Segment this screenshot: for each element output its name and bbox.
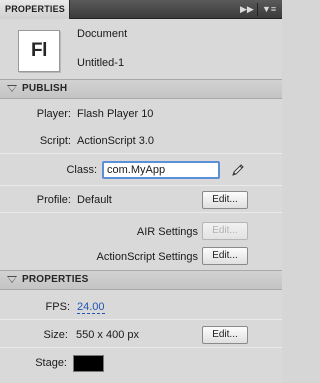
actionscript-settings-label: ActionScript Settings (96, 251, 199, 263)
collapse-panel-icon[interactable]: ▶▶ (240, 3, 254, 16)
size-label: Size: (43, 329, 68, 341)
air-settings-label: AIR Settings (136, 226, 198, 238)
pencil-icon[interactable] (229, 161, 247, 179)
class-label: Class: (66, 164, 97, 176)
document-icon: Fl (18, 30, 60, 72)
script-value: ActionScript 3.0 (77, 135, 155, 147)
titlebar-separator (257, 3, 258, 16)
publish-section-title: PUBLISH (22, 83, 68, 94)
publish-section-header[interactable]: PUBLISH (0, 79, 282, 99)
tab-properties[interactable]: PROPERTIES (0, 0, 70, 19)
class-input[interactable]: com.MyApp (102, 161, 220, 179)
divider (0, 185, 282, 186)
size-value: 550 x 400 px (76, 329, 139, 341)
script-label: Script: (39, 135, 71, 147)
size-edit-button[interactable]: Edit... (202, 326, 248, 344)
stage-color-swatch[interactable] (73, 355, 104, 372)
stage-label: Stage: (35, 357, 67, 369)
document-icon-text: Fl (31, 40, 47, 61)
fps-label: FPS: (45, 301, 70, 313)
divider (0, 212, 282, 213)
divider (0, 319, 282, 320)
air-settings-edit-button[interactable]: Edit... (202, 222, 248, 240)
panel-titlebar: PROPERTIES ▶▶ ▼≡ (0, 0, 282, 19)
properties-section-title: PROPERTIES (22, 274, 89, 285)
document-name: Untitled-1 (77, 57, 125, 69)
properties-section-header[interactable]: PROPERTIES (0, 270, 282, 290)
profile-label: Profile: (36, 194, 71, 206)
profile-edit-button[interactable]: Edit... (202, 191, 248, 209)
player-label: Player: (36, 108, 71, 120)
fps-value[interactable]: 24.00 (77, 301, 105, 314)
divider (0, 347, 282, 348)
player-value: Flash Player 10 (77, 108, 154, 120)
panel-menu-icon[interactable]: ▼≡ (262, 3, 276, 16)
document-type: Document (77, 28, 128, 40)
actionscript-settings-edit-button[interactable]: Edit... (202, 247, 248, 265)
profile-value: Default (77, 194, 112, 206)
divider (0, 153, 282, 154)
